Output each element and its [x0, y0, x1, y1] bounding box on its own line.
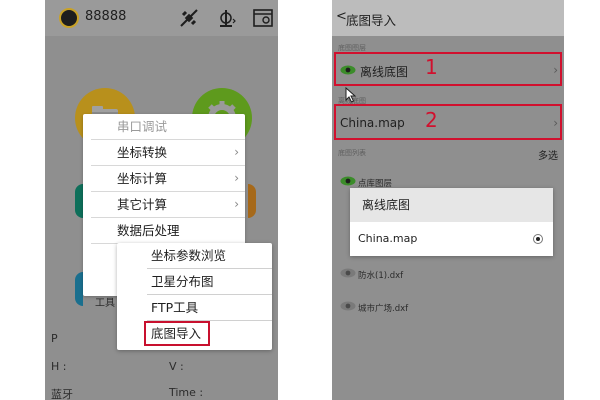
chevron-right-icon: ›: [234, 171, 239, 185]
eye-icon[interactable]: [340, 268, 356, 278]
tool-label: 工具: [95, 298, 115, 309]
annotation-number-2: 2: [425, 108, 438, 132]
dialog-option-china-map[interactable]: China.map: [350, 222, 553, 256]
left-status-bar: 88888: [45, 0, 278, 36]
time-label: Time :: [169, 386, 204, 399]
app-logo-icon: [59, 8, 79, 28]
chevron-right-icon: ›: [234, 145, 239, 159]
menu-item-serial-debug[interactable]: 串口调试: [83, 114, 245, 139]
submenu-item-ftp-tool[interactable]: FTP工具: [117, 295, 272, 320]
menu-item-coordinate-transform[interactable]: 坐标转换 ›: [83, 140, 245, 165]
submenu-item-satellite-map[interactable]: 卫星分布图: [117, 269, 272, 294]
eye-icon[interactable]: [340, 176, 356, 186]
tools-submenu: 坐标参数浏览 卫星分布图 FTP工具 底图导入: [117, 243, 272, 350]
menu-item-coordinate-calc[interactable]: 坐标计算 ›: [83, 166, 245, 191]
section-label-list: 底图列表: [338, 149, 366, 157]
window-settings-icon[interactable]: [252, 7, 274, 29]
menu-item-other-calc[interactable]: 其它计算 ›: [83, 192, 245, 217]
annotation-number-1: 1: [425, 55, 438, 79]
bluetooth-label: 蓝牙: [51, 388, 73, 400]
antenna-icon[interactable]: [215, 7, 237, 29]
submenu-item-coord-params[interactable]: 坐标参数浏览: [117, 243, 272, 268]
device-id: 88888: [85, 9, 127, 24]
list-item[interactable]: 防水(1).dxf: [358, 269, 403, 281]
h-label: H :: [51, 360, 67, 373]
app-circle-peek-left: [75, 184, 83, 218]
highlight-box: [144, 321, 210, 346]
annotation-box-2: [334, 104, 562, 140]
menu-item-data-postprocess[interactable]: 数据后处理: [83, 218, 245, 243]
v-label: V :: [169, 360, 184, 373]
app-circle-peek-left-lower: [75, 272, 83, 306]
left-phone-screen: 88888 工具 P H: V: 蓝牙 Time: 串口调试 坐标转换 ›…: [45, 0, 278, 400]
offline-basemap-dialog: 离线底图 China.map: [350, 188, 553, 256]
list-item[interactable]: 城市广场.dxf: [358, 302, 408, 314]
stage: 88888 工具 P H: V: 蓝牙 Time: 串口调试 坐标转换 ›…: [0, 0, 600, 400]
app-circle-peek-right: [248, 184, 256, 218]
p-label: P: [51, 332, 58, 345]
eye-icon[interactable]: [340, 301, 356, 311]
chevron-right-icon: ›: [234, 197, 239, 211]
radio-selected-icon[interactable]: [533, 234, 543, 244]
right-header: < 底图导入: [332, 0, 564, 36]
satellite-icon[interactable]: [178, 7, 200, 29]
right-phone-screen: < 底图导入 底图图层 离线底图 › 1 离线底图 China.map › 2 …: [332, 0, 564, 400]
mouse-cursor-icon: [345, 87, 357, 103]
page-title: 底图导入: [346, 13, 397, 28]
annotation-box-1: [334, 52, 562, 86]
dialog-title: 离线底图: [350, 188, 553, 222]
multi-select-button[interactable]: 多选: [538, 147, 558, 162]
